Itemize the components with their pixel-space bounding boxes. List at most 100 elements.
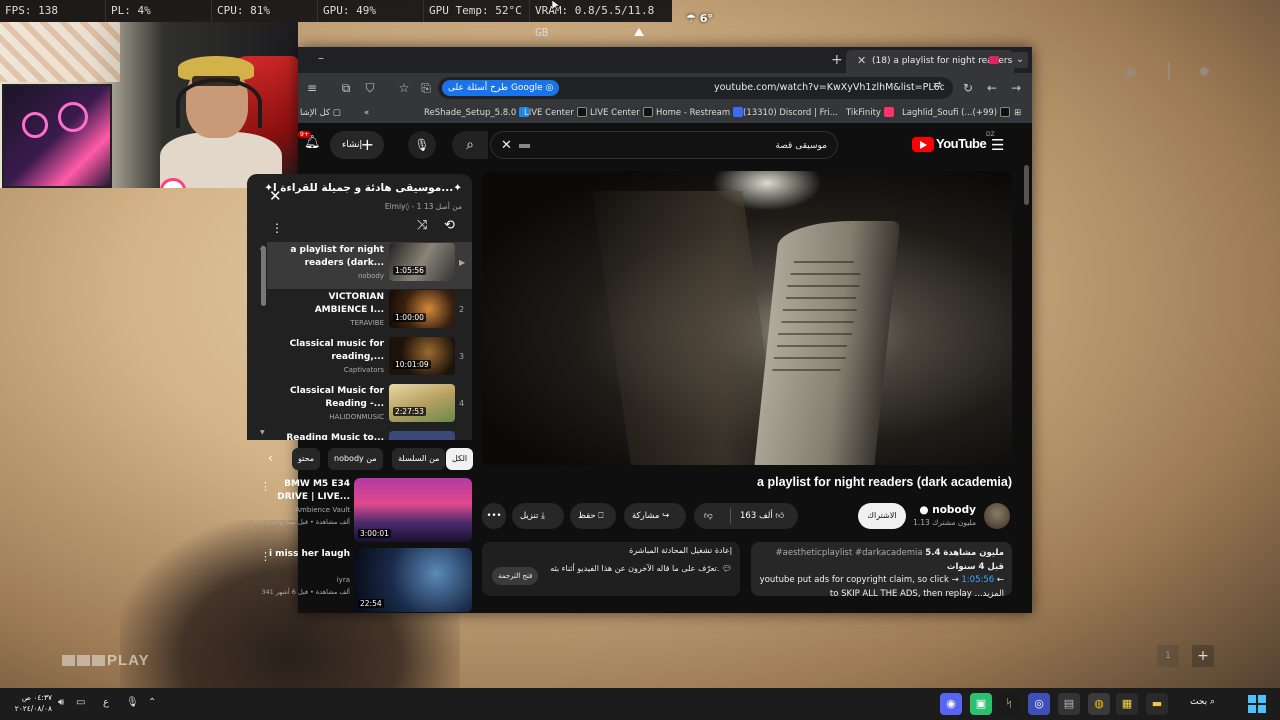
save-button[interactable]: حفظ ⎕ — [570, 503, 616, 529]
minimize-icon[interactable]: – — [318, 51, 324, 65]
playlist-item[interactable]: 1:05:56 a playlist for night readers (da… — [267, 242, 472, 289]
new-tab-button[interactable]: + — [831, 52, 843, 68]
video-title: a playlist for night readers (dark acade… — [757, 475, 1012, 489]
menu-icon[interactable]: ☰ — [991, 136, 1004, 154]
open-chat-button[interactable]: فتح الترجمة — [492, 567, 539, 585]
discord-app-icon[interactable]: ◉ — [940, 693, 962, 715]
playlist-item[interactable]: Reading Music to... — [267, 430, 472, 440]
star-icon[interactable]: ☆ — [396, 80, 412, 96]
search-input[interactable]: ✕ موسيقى قصة — [490, 131, 838, 159]
windows-start-icon[interactable] — [1248, 695, 1266, 713]
address-bar[interactable]: طرح أسئلة على Google ◎ youtube.com/watch… — [438, 77, 953, 99]
divider — [1168, 62, 1170, 80]
more-vert-icon[interactable]: ⋮ — [260, 550, 271, 563]
avatar[interactable] — [984, 503, 1010, 529]
bookmark-laghlid[interactable]: Laghlid_Soufi (...(+99) — [902, 106, 1011, 120]
chevron-left-icon[interactable]: « — [364, 106, 369, 120]
weather-widget[interactable]: ☂ 6° — [686, 12, 713, 25]
forward-icon[interactable]: → — [1008, 80, 1024, 96]
subscribe-button[interactable]: الاشتراك — [858, 503, 906, 529]
description-box[interactable]: #aestheticplaylist #darkacademia 5.4 ملي… — [751, 542, 1012, 599]
more-vert-icon[interactable]: ⋮ — [260, 480, 271, 493]
timestamp-link[interactable]: 1:05:56 — [961, 575, 994, 585]
recommended-video[interactable]: 22:54 i miss her laugh iyra 341 ألف مشاه… — [252, 548, 472, 614]
obs-app-icon[interactable]: ◎ — [1028, 693, 1050, 715]
gear-icon[interactable]: ✹ — [1198, 63, 1211, 81]
like-button[interactable]: 163 ألف 👍︎ — [740, 503, 784, 529]
download-icon: ⤓ — [541, 511, 545, 521]
playlist-title[interactable]: ✦موسيقى هادئة و جميلة للقراءة ا...✦ — [264, 182, 462, 194]
playlist-item[interactable]: 2:27:53 Classical Music for Reading -...… — [267, 383, 472, 430]
chip-from-channel[interactable]: nobody من — [328, 448, 383, 470]
keyboard-icon[interactable] — [519, 144, 530, 148]
bookmark-discord[interactable]: (13310) Discord | Fri... — [743, 106, 838, 120]
add-button[interactable]: + — [1192, 645, 1214, 667]
dislike-button[interactable]: 👎︎ — [704, 503, 713, 529]
reload-icon[interactable]: ↻ — [960, 80, 976, 96]
create-button[interactable]: إنشاء + — [330, 131, 384, 159]
taskbar-search[interactable]: بحث ⌕ — [1190, 697, 1215, 707]
recommended-video[interactable]: 3:00:01 BMW M5 E34 DRIVE | LIVE... Ambie… — [252, 478, 472, 544]
cast-icon[interactable]: ⎘ — [418, 80, 434, 96]
scroll-down-icon[interactable]: ▼ — [260, 429, 265, 436]
chevron-left-icon[interactable]: ‹ — [268, 451, 273, 465]
folder-app-icon[interactable]: ▬ — [1146, 693, 1168, 715]
discord-icon[interactable]: ◉ — [1124, 64, 1136, 80]
now-playing-icon: ▶ — [459, 258, 466, 267]
chevron-down-icon[interactable]: ⌄ — [1012, 52, 1028, 68]
url-text[interactable]: youtube.com/watch?v=KwXyVh1zlhM&list=PL6… — [714, 77, 944, 99]
playlist-item[interactable]: 10:01:09 Classical music for reading,...… — [267, 336, 472, 383]
network-icon[interactable]: ▭ — [76, 697, 85, 708]
bookmarks-bar: كل الإشا ▢ « ReShade_Setup_5.8.0 LIVE Ce… — [298, 103, 1032, 123]
shield-icon[interactable]: ⛉ — [362, 80, 378, 96]
youtube-logo[interactable]: YouTube DZ — [912, 131, 995, 155]
mic-icon[interactable]: 🎙︎ — [126, 697, 139, 708]
bookmark-live-center[interactable]: LIVE Center — [524, 106, 587, 120]
chip-content[interactable]: محتو — [292, 448, 320, 470]
chat-app-icon[interactable]: ▣ — [970, 693, 992, 715]
bookmark-restream[interactable]: Home - Restream — [656, 106, 744, 120]
search-icon[interactable]: ⌕ — [452, 131, 488, 159]
share-button[interactable]: مشاركة ↪ — [624, 503, 686, 529]
bookmark-reshade[interactable]: ReShade_Setup_5.8.0 — [424, 106, 530, 120]
chevron-up-icon[interactable]: ⌃ — [148, 697, 156, 708]
shuffle-icon[interactable]: ⤨ — [417, 218, 427, 233]
more-actions-button[interactable]: ••• — [482, 503, 506, 529]
video-thumbnail — [389, 337, 455, 375]
chrome-app-icon[interactable]: ◍ — [1088, 693, 1110, 715]
video-player[interactable] — [482, 171, 1012, 465]
reading-list-icon[interactable]: ≡ — [304, 80, 320, 96]
chip-from-series[interactable]: من السلسلة — [392, 448, 446, 470]
live-chat-replay[interactable]: إعادة تشغيل المحادثة المباشرة تعرّف على … — [482, 542, 740, 596]
menu-grid-icon[interactable]: ⊞ — [1014, 106, 1021, 120]
download-button[interactable]: تنزيل ⤓ — [512, 503, 564, 529]
ask-google-chip[interactable]: طرح أسئلة على Google ◎ — [442, 80, 560, 96]
volume-icon[interactable]: 🔊︎ — [58, 697, 64, 708]
page-indicator[interactable]: 1 — [1157, 645, 1179, 667]
close-icon[interactable]: ✕ — [269, 187, 282, 205]
bookmark-tikfinity[interactable]: TikFinity — [846, 106, 894, 120]
playlist-item[interactable]: 1:00:00 VICTORIAN AMBIENCE I... TERAVIBE… — [267, 289, 472, 336]
clock[interactable]: ٠٤:٣٧ ص ٢٠٢٤/٠٨/٠٨ — [8, 692, 52, 714]
channel-name[interactable]: ● nobody — [919, 504, 976, 516]
translate-icon[interactable]: ⇄ — [933, 80, 941, 91]
pointer-triangle-icon — [634, 28, 644, 36]
video-thumbnail — [389, 431, 455, 440]
app-icon[interactable]: ▤ — [1058, 693, 1080, 715]
scrollbar[interactable] — [261, 246, 266, 306]
page-scrollbar[interactable] — [1024, 165, 1029, 205]
extensions-icon[interactable]: ⧉ — [338, 80, 354, 96]
bookmark-live-center-2[interactable]: LIVE Center — [590, 106, 653, 120]
back-icon[interactable]: ← — [984, 80, 1000, 96]
store-app-icon[interactable]: ▦ — [1116, 693, 1138, 715]
close-icon[interactable]: ✕ — [857, 54, 866, 67]
more-vert-icon[interactable]: ⋮ — [271, 221, 283, 235]
close-icon[interactable]: ✕ — [501, 138, 512, 153]
voice-search-icon[interactable]: 🎙︎ — [408, 131, 436, 159]
loop-icon[interactable]: ⟲ — [444, 218, 455, 233]
video-thumbnail — [389, 243, 455, 281]
chip-all[interactable]: الكل — [446, 448, 474, 470]
all-bookmarks[interactable]: كل الإشا ▢ — [300, 106, 341, 120]
language-indicator[interactable]: ع — [103, 697, 109, 708]
terminal-app-icon[interactable]: ᛋ — [998, 693, 1020, 715]
